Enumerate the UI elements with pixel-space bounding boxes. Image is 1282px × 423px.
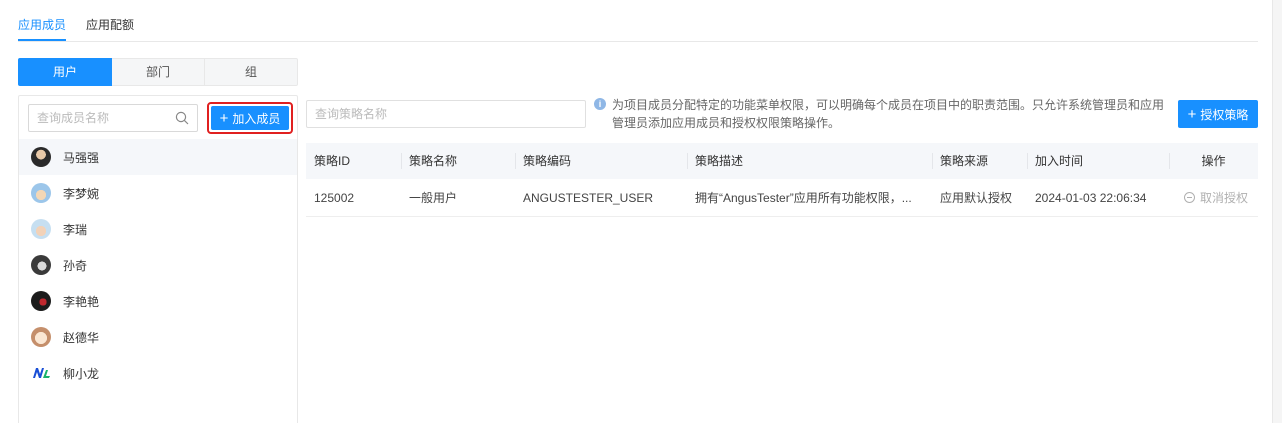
tab-app-quota[interactable]: 应用配额 — [86, 16, 134, 33]
member-item[interactable]: 李梦婉 — [19, 175, 297, 211]
cell-code: ANGUSTESTER_USER — [523, 190, 654, 205]
revoke-label: 取消授权 — [1199, 191, 1248, 205]
cell-description: 拥有“AngusTester”应用所有功能权限，... — [695, 191, 912, 205]
plus-icon: + — [1187, 105, 1197, 123]
avatar — [31, 327, 51, 347]
avatar — [31, 291, 51, 311]
member-name: 赵德华 — [63, 330, 100, 345]
column-header-description: 策略描述 — [687, 143, 932, 179]
member-name: 马强强 — [63, 150, 100, 165]
grant-policy-label: 授权策略 — [1200, 107, 1249, 122]
cell-source: 应用默认授权 — [940, 191, 1013, 205]
member-item[interactable]: 孙奇 — [19, 247, 297, 283]
minus-circle-icon — [1183, 192, 1195, 203]
search-icon[interactable] — [175, 111, 189, 125]
policy-hint: i 为项目成员分配特定的功能菜单权限，可以明确每个成员在项目中的职责范围。只允许… — [594, 96, 1169, 132]
member-name: 李艳艳 — [63, 294, 100, 309]
cell-joined: 2024-01-03 22:06:34 — [1035, 190, 1147, 205]
column-header-name: 策略名称 — [401, 143, 515, 179]
segment-groups[interactable]: 组 — [205, 58, 298, 86]
member-name: 柳小龙 — [63, 366, 100, 381]
member-name: 孙奇 — [63, 258, 88, 273]
table-header: 策略ID 策略名称 策略编码 策略描述 策略来源 加入时间 操作 — [306, 143, 1258, 179]
hint-text: 为项目成员分配特定的功能菜单权限，可以明确每个成员在项目中的职责范围。只允许系统… — [612, 98, 1165, 130]
info-icon: i — [594, 98, 606, 110]
scrollbar[interactable] — [1272, 0, 1282, 423]
cell-name: 一般用户 — [409, 191, 458, 205]
avatar — [31, 147, 51, 167]
grant-policy-button[interactable]: + 授权策略 — [1178, 100, 1258, 128]
member-panel: + 加入成员 马强强 李梦婉 李瑞 孙奇 李艳艳 赵德华 — [18, 95, 298, 423]
member-search-box — [28, 104, 198, 132]
revoke-button[interactable]: 取消授权 — [1169, 189, 1258, 206]
column-header-code: 策略编码 — [515, 143, 687, 179]
segment-departments[interactable]: 部门 — [112, 58, 205, 86]
column-header-id: 策略ID — [314, 154, 351, 168]
policy-table: 策略ID 策略名称 策略编码 策略描述 策略来源 加入时间 操作 125002 … — [306, 143, 1258, 217]
tab-app-members[interactable]: 应用成员 — [18, 16, 67, 41]
policy-search-input[interactable] — [307, 101, 447, 127]
plus-icon: + — [219, 109, 229, 127]
segment-users[interactable]: 用户 — [18, 58, 112, 86]
member-item[interactable]: 赵德华 — [19, 319, 297, 355]
add-member-button-inner[interactable]: + 加入成员 — [211, 106, 289, 130]
column-header-action: 操作 — [1169, 143, 1258, 179]
member-name: 李瑞 — [63, 222, 88, 237]
avatar — [31, 183, 51, 203]
column-header-joined: 加入时间 — [1027, 143, 1169, 179]
cell-id: 125002 — [314, 190, 355, 205]
member-item[interactable]: 马强强 — [19, 139, 297, 175]
member-name: 李梦婉 — [63, 186, 100, 201]
avatar — [31, 219, 51, 239]
policy-search-box — [306, 100, 586, 128]
member-search-input[interactable] — [29, 105, 169, 131]
column-header-source: 策略来源 — [932, 143, 1027, 179]
table-row: 125002 一般用户 ANGUSTESTER_USER 拥有“AngusTes… — [306, 179, 1258, 217]
member-list: 马强强 李梦婉 李瑞 孙奇 李艳艳 赵德华 柳小龙 — [19, 139, 297, 391]
avatar — [33, 368, 50, 378]
member-item[interactable]: 柳小龙 — [19, 355, 297, 391]
member-type-segment: 用户 部门 组 — [18, 58, 298, 86]
add-member-label: 加入成员 — [232, 111, 281, 126]
top-tabs: 应用成员 应用配额 — [18, 0, 1258, 42]
member-item[interactable]: 李艳艳 — [19, 283, 297, 319]
add-member-button[interactable]: + 加入成员 — [207, 102, 293, 134]
avatar — [31, 255, 51, 275]
member-item[interactable]: 李瑞 — [19, 211, 297, 247]
